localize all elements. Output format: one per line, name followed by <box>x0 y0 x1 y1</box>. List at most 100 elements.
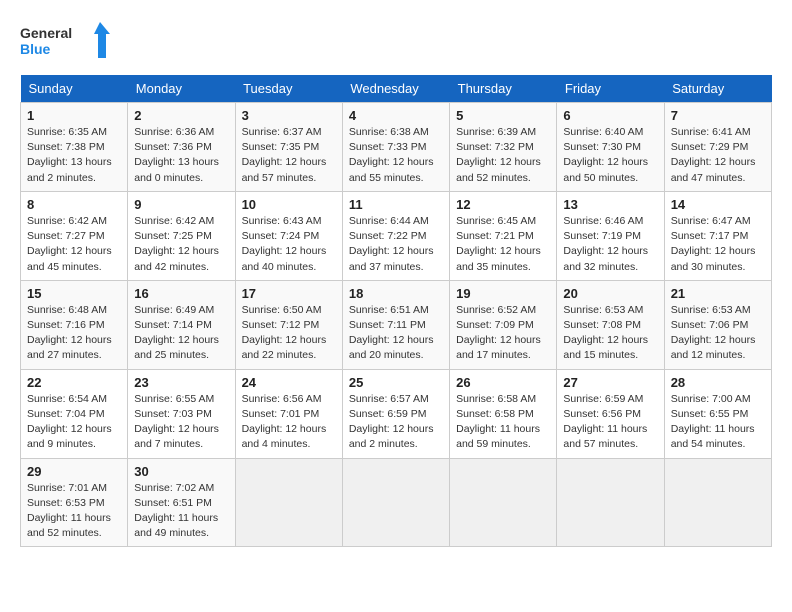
calendar-week-row: 1 Sunrise: 6:35 AM Sunset: 7:38 PM Daylig… <box>21 103 772 192</box>
calendar-cell: 21 Sunrise: 6:53 AM Sunset: 7:06 PM Dayli… <box>664 280 771 369</box>
day-info: Sunrise: 6:39 AM Sunset: 7:32 PM Dayligh… <box>456 125 550 186</box>
col-header-monday: Monday <box>128 75 235 103</box>
day-number: 24 <box>242 375 336 390</box>
day-number: 14 <box>671 197 765 212</box>
calendar-cell: 18 Sunrise: 6:51 AM Sunset: 7:11 PM Dayli… <box>342 280 449 369</box>
day-info: Sunrise: 6:55 AM Sunset: 7:03 PM Dayligh… <box>134 392 228 453</box>
day-number: 12 <box>456 197 550 212</box>
logo-icon: General Blue <box>20 20 110 65</box>
calendar-cell: 8 Sunrise: 6:42 AM Sunset: 7:27 PM Daylig… <box>21 191 128 280</box>
calendar-cell: 5 Sunrise: 6:39 AM Sunset: 7:32 PM Daylig… <box>450 103 557 192</box>
day-number: 27 <box>563 375 657 390</box>
calendar-cell: 12 Sunrise: 6:45 AM Sunset: 7:21 PM Dayli… <box>450 191 557 280</box>
day-number: 19 <box>456 286 550 301</box>
day-info: Sunrise: 6:53 AM Sunset: 7:08 PM Dayligh… <box>563 303 657 364</box>
day-number: 16 <box>134 286 228 301</box>
col-header-thursday: Thursday <box>450 75 557 103</box>
calendar-cell: 9 Sunrise: 6:42 AM Sunset: 7:25 PM Daylig… <box>128 191 235 280</box>
calendar-cell: 26 Sunrise: 6:58 AM Sunset: 6:58 PM Dayli… <box>450 369 557 458</box>
calendar-cell: 30 Sunrise: 7:02 AM Sunset: 6:51 PM Dayli… <box>128 458 235 547</box>
day-number: 15 <box>27 286 121 301</box>
calendar-cell: 10 Sunrise: 6:43 AM Sunset: 7:24 PM Dayli… <box>235 191 342 280</box>
day-info: Sunrise: 6:42 AM Sunset: 7:25 PM Dayligh… <box>134 214 228 275</box>
logo: General Blue <box>20 20 110 65</box>
day-info: Sunrise: 6:40 AM Sunset: 7:30 PM Dayligh… <box>563 125 657 186</box>
day-info: Sunrise: 6:43 AM Sunset: 7:24 PM Dayligh… <box>242 214 336 275</box>
calendar-cell: 28Sunrise: 7:00 AM Sunset: 6:55 PM Dayli… <box>664 369 771 458</box>
calendar-cell <box>557 458 664 547</box>
col-header-wednesday: Wednesday <box>342 75 449 103</box>
day-number: 21 <box>671 286 765 301</box>
calendar-week-row: 15 Sunrise: 6:48 AM Sunset: 7:16 PM Dayli… <box>21 280 772 369</box>
day-info: Sunrise: 6:57 AM Sunset: 6:59 PM Dayligh… <box>349 392 443 453</box>
day-number: 7 <box>671 108 765 123</box>
day-number: 23 <box>134 375 228 390</box>
day-info: Sunrise: 6:35 AM Sunset: 7:38 PM Dayligh… <box>27 125 121 186</box>
day-number: 4 <box>349 108 443 123</box>
calendar-cell <box>664 458 771 547</box>
day-info: Sunrise: 6:51 AM Sunset: 7:11 PM Dayligh… <box>349 303 443 364</box>
col-header-friday: Friday <box>557 75 664 103</box>
calendar-cell: 3 Sunrise: 6:37 AM Sunset: 7:35 PM Daylig… <box>235 103 342 192</box>
col-header-sunday: Sunday <box>21 75 128 103</box>
day-info: Sunrise: 7:00 AM Sunset: 6:55 PM Dayligh… <box>671 392 765 453</box>
day-info: Sunrise: 6:58 AM Sunset: 6:58 PM Dayligh… <box>456 392 550 453</box>
calendar-cell: 20 Sunrise: 6:53 AM Sunset: 7:08 PM Dayli… <box>557 280 664 369</box>
page-header: General Blue <box>20 20 772 65</box>
day-number: 9 <box>134 197 228 212</box>
day-info: Sunrise: 7:02 AM Sunset: 6:51 PM Dayligh… <box>134 481 228 542</box>
calendar-cell: 17 Sunrise: 6:50 AM Sunset: 7:12 PM Dayli… <box>235 280 342 369</box>
day-number: 8 <box>27 197 121 212</box>
day-info: Sunrise: 6:48 AM Sunset: 7:16 PM Dayligh… <box>27 303 121 364</box>
calendar-cell: 24 Sunrise: 6:56 AM Sunset: 7:01 PM Dayli… <box>235 369 342 458</box>
calendar-cell <box>450 458 557 547</box>
day-number: 29 <box>27 464 121 479</box>
svg-text:General: General <box>20 25 72 41</box>
calendar-week-row: 22Sunrise: 6:54 AM Sunset: 7:04 PM Dayli… <box>21 369 772 458</box>
day-number: 20 <box>563 286 657 301</box>
calendar-cell: 19Sunrise: 6:52 AM Sunset: 7:09 PM Dayli… <box>450 280 557 369</box>
calendar-cell <box>342 458 449 547</box>
day-number: 10 <box>242 197 336 212</box>
calendar-cell: 25 Sunrise: 6:57 AM Sunset: 6:59 PM Dayli… <box>342 369 449 458</box>
calendar-cell: 7 Sunrise: 6:41 AM Sunset: 7:29 PM Daylig… <box>664 103 771 192</box>
calendar-cell: 27Sunrise: 6:59 AM Sunset: 6:56 PM Dayli… <box>557 369 664 458</box>
calendar-week-row: 29Sunrise: 7:01 AM Sunset: 6:53 PM Dayli… <box>21 458 772 547</box>
day-number: 30 <box>134 464 228 479</box>
day-info: Sunrise: 6:53 AM Sunset: 7:06 PM Dayligh… <box>671 303 765 364</box>
day-info: Sunrise: 6:36 AM Sunset: 7:36 PM Dayligh… <box>134 125 228 186</box>
calendar-cell <box>235 458 342 547</box>
day-number: 2 <box>134 108 228 123</box>
calendar-cell: 6 Sunrise: 6:40 AM Sunset: 7:30 PM Daylig… <box>557 103 664 192</box>
calendar-header-row: SundayMondayTuesdayWednesdayThursdayFrid… <box>21 75 772 103</box>
calendar-cell: 16Sunrise: 6:49 AM Sunset: 7:14 PM Dayli… <box>128 280 235 369</box>
day-number: 13 <box>563 197 657 212</box>
calendar-cell: 11Sunrise: 6:44 AM Sunset: 7:22 PM Dayli… <box>342 191 449 280</box>
day-info: Sunrise: 6:44 AM Sunset: 7:22 PM Dayligh… <box>349 214 443 275</box>
day-info: Sunrise: 6:37 AM Sunset: 7:35 PM Dayligh… <box>242 125 336 186</box>
calendar-cell: 29Sunrise: 7:01 AM Sunset: 6:53 PM Dayli… <box>21 458 128 547</box>
day-info: Sunrise: 6:54 AM Sunset: 7:04 PM Dayligh… <box>27 392 121 453</box>
day-number: 17 <box>242 286 336 301</box>
col-header-tuesday: Tuesday <box>235 75 342 103</box>
day-number: 1 <box>27 108 121 123</box>
day-info: Sunrise: 6:47 AM Sunset: 7:17 PM Dayligh… <box>671 214 765 275</box>
day-number: 26 <box>456 375 550 390</box>
day-number: 6 <box>563 108 657 123</box>
day-number: 3 <box>242 108 336 123</box>
day-info: Sunrise: 6:50 AM Sunset: 7:12 PM Dayligh… <box>242 303 336 364</box>
calendar-cell: 23 Sunrise: 6:55 AM Sunset: 7:03 PM Dayli… <box>128 369 235 458</box>
day-info: Sunrise: 6:45 AM Sunset: 7:21 PM Dayligh… <box>456 214 550 275</box>
calendar-week-row: 8 Sunrise: 6:42 AM Sunset: 7:27 PM Daylig… <box>21 191 772 280</box>
day-number: 25 <box>349 375 443 390</box>
day-info: Sunrise: 6:42 AM Sunset: 7:27 PM Dayligh… <box>27 214 121 275</box>
day-info: Sunrise: 6:41 AM Sunset: 7:29 PM Dayligh… <box>671 125 765 186</box>
calendar-cell: 2 Sunrise: 6:36 AM Sunset: 7:36 PM Daylig… <box>128 103 235 192</box>
day-number: 18 <box>349 286 443 301</box>
day-info: Sunrise: 6:56 AM Sunset: 7:01 PM Dayligh… <box>242 392 336 453</box>
calendar-cell: 4Sunrise: 6:38 AM Sunset: 7:33 PM Daylig… <box>342 103 449 192</box>
calendar-cell: 14 Sunrise: 6:47 AM Sunset: 7:17 PM Dayli… <box>664 191 771 280</box>
day-number: 5 <box>456 108 550 123</box>
calendar-cell: 22Sunrise: 6:54 AM Sunset: 7:04 PM Dayli… <box>21 369 128 458</box>
col-header-saturday: Saturday <box>664 75 771 103</box>
